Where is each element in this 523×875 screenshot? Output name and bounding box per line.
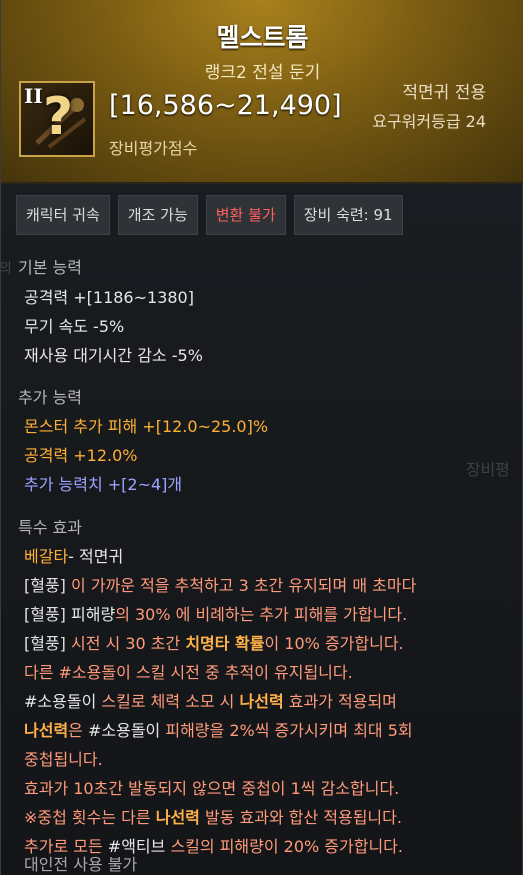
item-tooltip: 멜스트롬 랭크2 전설 둔기 II ? [16,586~21,490] 장비평가… bbox=[0, 0, 523, 875]
effect-text: 이 가까운 적을 추척하고 3 초간 유지되며 매 초마다 bbox=[65, 576, 417, 595]
effect-line-5: #소용돌이 스킬로 체력 소모 시 나선력 효과가 적용되며 bbox=[24, 688, 397, 712]
effect-text: 시전 시 30 초간 bbox=[65, 634, 186, 653]
level-requirement: 요구워커등급 24 bbox=[372, 112, 486, 131]
set-suffix: - 적면귀 bbox=[68, 547, 124, 566]
effect-keyword: #소용돌이 bbox=[24, 692, 97, 711]
item-name: 멜스트롬 bbox=[216, 23, 309, 52]
effect-text: 피해량을 2%씩 증가시키며 최대 5회 bbox=[160, 721, 413, 740]
effect-text: 의 30% 에 비례하는 추가 피해를 가합니다. bbox=[115, 605, 408, 624]
extra-stat-monster-damage: 몬스터 추가 피해 +[12.0~25.0]% bbox=[24, 417, 269, 436]
effect-line-8: 효과가 10초간 발동되지 않으면 중첩이 1씩 감소합니다. bbox=[24, 779, 400, 798]
basic-stats-heading: 기본 능력 bbox=[18, 258, 82, 277]
effect-tag: [혈풍] bbox=[24, 605, 66, 624]
question-mark-icon: ? bbox=[43, 87, 74, 147]
effect-text: 이 10% 증가합니다. bbox=[264, 634, 404, 653]
class-restriction: 적면귀 전용 bbox=[402, 83, 486, 103]
rank-numeral: II bbox=[24, 84, 43, 108]
effect-line-6: 나선력은 #소용돌이 피해량을 2%씩 증가시키며 최대 5회 bbox=[24, 717, 413, 741]
effect-line-3: [혈풍] 시전 시 30 초간 치명타 확률이 10% 증가합니다. bbox=[24, 630, 404, 654]
effect-keyword: #소용돌이 bbox=[87, 721, 161, 740]
special-effects-heading: 특수 효과 bbox=[18, 518, 82, 537]
basic-stat-cooldown: 재사용 대기시간 감소 -5% bbox=[24, 346, 203, 365]
tag-proficiency: 장비 숙련: 91 bbox=[293, 195, 403, 235]
set-name: 베갈타 bbox=[24, 547, 69, 566]
effect-line-1: [혈풍] 이 가까운 적을 추척하고 3 초간 유지되며 매 초마다 bbox=[24, 572, 416, 596]
effect-text: ※중첩 횟수는 다른 bbox=[24, 808, 156, 827]
background-fragment: 의 bbox=[0, 261, 12, 277]
effect-text: 스킬로 체력 소모 시 bbox=[96, 692, 240, 711]
effect-line-9: ※중첩 횟수는 다른 나선력 발동 효과와 합산 적용됩니다. bbox=[24, 804, 402, 828]
effect-text: 효과가 적용되며 bbox=[283, 692, 397, 711]
basic-stat-attack: 공격력 +[1186~1380] bbox=[24, 288, 194, 307]
effect-text: 발동 효과와 합산 적용됩니다. bbox=[199, 808, 402, 827]
tag-not-convertible: 변환 불가 bbox=[205, 195, 286, 235]
extra-stats-heading: 추가 능력 bbox=[18, 388, 82, 407]
extra-stat-attack: 공격력 +12.0% bbox=[24, 446, 138, 465]
effect-line-4: 다른 #소용돌이 스킬 시전 중 추적이 유지됩니다. bbox=[24, 663, 353, 682]
effect-text: 은 bbox=[68, 721, 88, 740]
effect-keyword: 피해량 bbox=[65, 605, 116, 624]
effect-line-7: 중첩됩니다. bbox=[24, 750, 103, 769]
tag-row: 캐릭터 귀속 개조 가능 변환 불가 장비 숙련: 91 bbox=[16, 195, 403, 235]
set-name-line: 베갈타- 적면귀 bbox=[24, 543, 123, 567]
extra-stat-count: 추가 능력치 +[2~4]개 bbox=[24, 475, 183, 494]
effect-highlight: 나선력 bbox=[155, 808, 200, 827]
effect-text: 스킬의 피해량이 20% 증가합니다. bbox=[165, 837, 403, 856]
effect-highlight: 나선력 bbox=[24, 721, 69, 740]
effect-tag: [혈풍] bbox=[24, 576, 66, 595]
effect-tag: [혈풍] bbox=[24, 634, 66, 653]
equipment-score-label: 장비평가점수 bbox=[109, 139, 198, 158]
basic-stat-speed: 무기 속도 -5% bbox=[24, 317, 125, 336]
effect-line-2: [혈풍] 피해량의 30% 에 비례하는 추가 피해를 가합니다. bbox=[24, 601, 407, 625]
pvp-restriction: 대인전 사용 불가 bbox=[24, 855, 138, 874]
background-text: 장비평 bbox=[465, 460, 510, 479]
effect-highlight: 나선력 bbox=[239, 692, 284, 711]
item-icon: II ? bbox=[19, 81, 95, 157]
tooltip-header: 멜스트롬 랭크2 전설 둔기 II ? [16,586~21,490] 장비평가… bbox=[1, 0, 523, 184]
equipment-score-value: [16,586~21,490] bbox=[109, 90, 342, 121]
tag-modifiable: 개조 가능 bbox=[117, 195, 198, 235]
tag-bound: 캐릭터 귀속 bbox=[16, 195, 110, 235]
effect-highlight: 치명타 확률 bbox=[185, 634, 265, 653]
